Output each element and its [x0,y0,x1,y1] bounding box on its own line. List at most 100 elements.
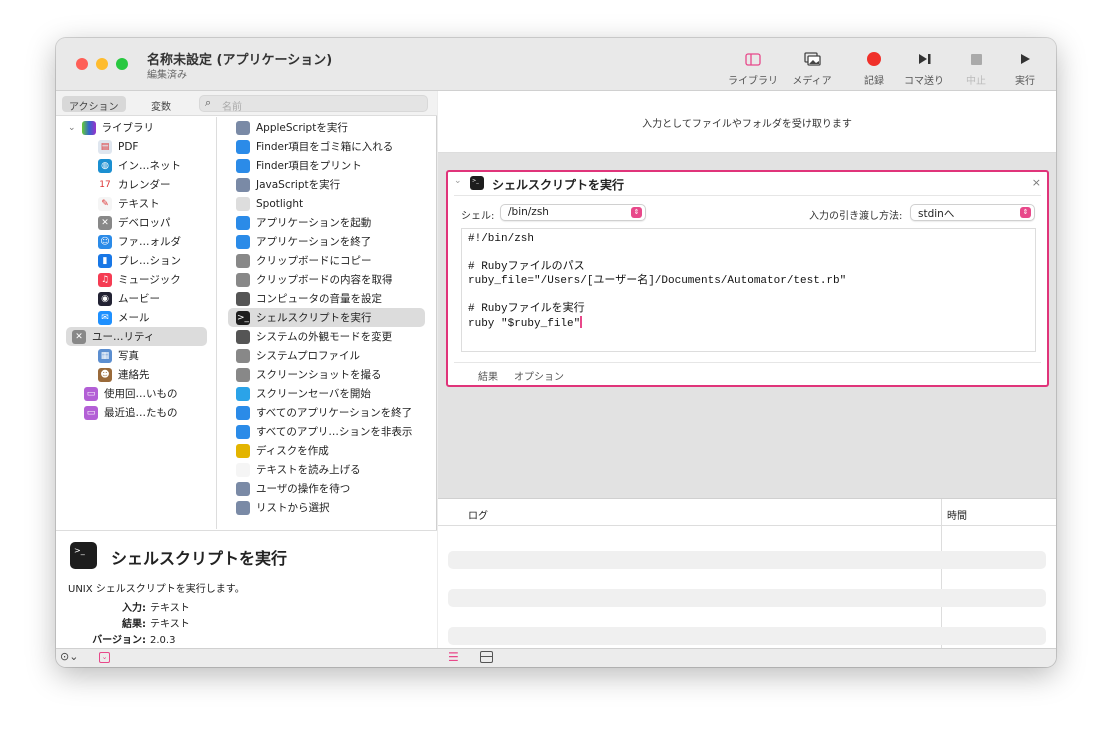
action-item[interactable]: リストから選択 [236,498,431,517]
library-pane: アクション 変数 ⌕ 名前 ⌄ ライブラリ ▤ PDF ◍ イン…ネット 17 カレンダー ✎ テキ… [56,91,437,648]
action-item[interactable]: すべてのアプリ…ションを非表示 [236,422,431,441]
item-label: 最近追…たもの [104,407,178,419]
library-item[interactable]: ◍ イン…ネット [98,156,213,175]
category-icon: ✎ [98,196,112,211]
terminal-icon: >_ [470,176,484,190]
library-item[interactable]: ✕ ユー…リティ [66,327,207,346]
action-item[interactable]: スクリーンショットを撮る [236,365,431,384]
step-button[interactable]: コマ送り [896,50,952,87]
category-icon: ▤ [98,139,112,154]
action-item[interactable]: >_ シェルスクリプトを実行 [228,308,425,327]
log-row [448,589,1046,607]
description-labels: 入力: 結果: バージョン: [56,601,146,649]
library-item[interactable]: ▤ PDF [98,137,213,156]
action-item[interactable]: すべてのアプリケーションを終了 [236,403,431,422]
library-item[interactable]: ☻ 連絡先 [98,365,213,384]
description-toggle-icon[interactable]: ⌄ [99,652,110,663]
library-item[interactable]: ☺ ファ…ォルダ [98,232,213,251]
zoom-window-button[interactable] [116,58,128,70]
library-item[interactable]: ✉ メール [98,308,213,327]
library-item[interactable]: ✎ テキスト [98,194,213,213]
action-icon [236,329,250,344]
folder-icon: ▭ [84,386,98,401]
script-editor[interactable]: #!/bin/zsh # Rubyファイルのパス ruby_file="/Users… [461,228,1036,352]
action-item[interactable]: システムプロファイル [236,346,431,365]
time-column-header[interactable]: 時間 [947,507,967,522]
bottom-bar: ⊙⌄ ⌄ ☰ [56,648,1056,667]
run-label: 実行 [1015,76,1035,87]
shell-select[interactable]: /bin/zsh ⇕ [500,204,646,221]
code-line: # Rubyファイルを実行 [468,302,1029,316]
close-window-button[interactable] [76,58,88,70]
list-view-icon[interactable]: ☰ [448,650,459,664]
search-icon: ⌕ [205,96,212,109]
action-item[interactable]: Finder項目をプリント [236,156,431,175]
action-item[interactable]: JavaScriptを実行 [236,175,431,194]
search-input[interactable]: ⌕ 名前 [199,95,428,113]
library-item[interactable]: ▮ プレ…ション [98,251,213,270]
code-line: #!/bin/zsh [468,232,1029,246]
minimize-window-button[interactable] [96,58,108,70]
library-toolbar: アクション 変数 ⌕ 名前 [56,91,437,116]
description-values: テキスト テキスト 2.0.3 [150,601,190,649]
action-icon [236,272,250,287]
tab-results[interactable]: 結果 [478,368,498,383]
close-icon[interactable]: × [1032,176,1041,189]
library-item[interactable]: ✕ デベロッパ [98,213,213,232]
action-description: >_ シェルスクリプトを実行 UNIX シェルスクリプトを実行します。 入力: 結… [56,530,437,648]
action-icon [236,481,250,496]
description-title: シェルスクリプトを実行 [111,549,288,568]
log-column-header[interactable]: ログ [468,507,488,522]
shell-value: /bin/zsh [508,206,549,218]
tab-actions[interactable]: アクション [62,96,126,113]
action-icon [236,443,250,458]
result-value: テキスト [150,619,190,630]
library-item[interactable]: ▦ 写真 [98,346,213,365]
action-icon [236,139,250,154]
category-icon: 17 [98,177,112,192]
tab-variables[interactable]: 変数 [144,96,178,113]
action-item[interactable]: Spotlight [236,194,431,213]
run-button[interactable]: 実行 [997,50,1053,87]
tab-options[interactable]: オプション [514,368,564,383]
category-icon: ✉ [98,310,112,325]
smart-folder-item[interactable]: ▭ 最近追…たもの [84,403,214,422]
action-item[interactable]: コンピュータの音量を設定 [236,289,431,308]
library-button[interactable]: ライブラリ [725,50,781,87]
action-item[interactable]: アプリケーションを起動 [236,213,431,232]
code-text: ruby "$ruby_file" [468,318,581,330]
action-card[interactable]: ⌄ >_ シェルスクリプトを実行 × シェル: /bin/zsh ⇕ 入力の引き渡… [446,170,1049,387]
item-label: システムの外観モードを変更 [256,331,393,343]
action-item[interactable]: スクリーンセーバを開始 [236,384,431,403]
action-item[interactable]: システムの外観モードを変更 [236,327,431,346]
action-item[interactable]: ユーザの操作を待つ [236,479,431,498]
window-subtitle: 編集済み [147,70,187,81]
collapse-chevron-icon[interactable]: ⌄ [454,176,462,186]
code-text: ruby_file="/Users/[ユーザー名]/Documents/Auto… [468,275,847,287]
pass-input-select[interactable]: stdinへ ⇕ [910,204,1035,221]
action-icon [236,158,250,173]
stop-button[interactable]: 中止 [948,50,1004,87]
action-item[interactable]: アプリケーションを終了 [236,232,431,251]
library-item[interactable]: ♫ ミュージック [98,270,213,289]
action-icon [236,386,250,401]
smart-folder-item[interactable]: ▭ 使用回…いもの [84,384,214,403]
category-icon: ✕ [72,329,86,344]
library-item[interactable]: 17 カレンダー [98,175,213,194]
flow-view-icon[interactable] [480,651,493,663]
more-options-icon[interactable]: ⊙⌄ [60,650,78,663]
library-group[interactable]: ⌄ ライブラリ [68,118,154,137]
media-label: メディア [792,76,832,87]
action-item[interactable]: AppleScriptを実行 [236,118,431,137]
action-item[interactable]: テキストを読み上げる [236,460,431,479]
action-item[interactable]: クリップボードにコピー [236,251,431,270]
action-item[interactable]: ディスクを作成 [236,441,431,460]
library-item[interactable]: ◉ ムービー [98,289,213,308]
item-label: ミュージック [118,274,181,286]
media-button[interactable]: メディア [784,50,840,87]
item-label: イン…ネット [118,160,181,172]
record-button[interactable]: 記録 [846,50,902,87]
item-label: クリップボードの内容を取得 [256,274,393,286]
action-item[interactable]: クリップボードの内容を取得 [236,270,431,289]
action-item[interactable]: Finder項目をゴミ箱に入れる [236,137,431,156]
